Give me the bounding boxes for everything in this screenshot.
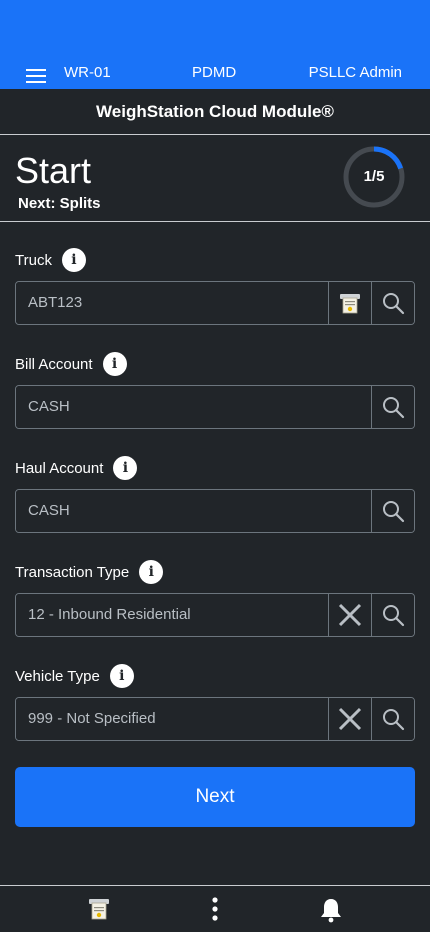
bottom-nav-bar [0, 885, 430, 932]
transaction-type-info-icon[interactable]: i [139, 560, 164, 584]
close-icon [338, 707, 362, 731]
step-header: Start Next: Splits 1/5 [0, 135, 430, 222]
truck-info-icon[interactable]: i [61, 248, 86, 272]
vehicle-type-input[interactable]: 999 - Not Specified [16, 698, 328, 740]
top-app-bar: WR-01 PDMD PSLLC Admin [0, 0, 430, 89]
bill-account-search-button[interactable] [371, 386, 414, 428]
user-label[interactable]: PSLLC Admin [309, 64, 402, 81]
haul-account-input[interactable]: CASH [16, 490, 371, 532]
bill-account-info-icon[interactable]: i [102, 352, 127, 376]
vehicle-type-info-icon[interactable]: i [109, 664, 134, 688]
haul-account-input-group: CASH [15, 489, 415, 533]
bill-account-field: Bill Account i CASH [15, 352, 415, 429]
transaction-type-label: Transaction Type [15, 563, 130, 581]
bill-account-label: Bill Account [15, 355, 93, 373]
transaction-type-input-group: 12 - Inbound Residential [15, 593, 415, 637]
search-icon [383, 397, 405, 419]
search-icon [383, 293, 405, 315]
truck-ticket-button[interactable] [328, 282, 371, 324]
truck-label: Truck [15, 251, 52, 269]
haul-account-field: Haul Account i CASH [15, 456, 415, 533]
ticket-printer-icon[interactable] [88, 897, 110, 926]
truck-field: Truck i ABT123 [15, 248, 415, 325]
truck-input[interactable]: ABT123 [16, 282, 328, 324]
station-label: WR-01 [64, 64, 111, 81]
bill-account-input-group: CASH [15, 385, 415, 429]
haul-account-label: Haul Account [15, 459, 104, 477]
search-icon [383, 605, 405, 627]
site-label: PDMD [192, 64, 237, 81]
close-icon [338, 603, 362, 627]
truck-search-button[interactable] [371, 282, 414, 324]
next-step-label: Next: Splits [18, 195, 101, 212]
bill-account-input[interactable]: CASH [16, 386, 371, 428]
ticket-printer-icon [340, 294, 360, 314]
vehicle-type-clear-button[interactable] [328, 698, 371, 740]
haul-account-search-button[interactable] [371, 490, 414, 532]
vehicle-type-search-button[interactable] [371, 698, 414, 740]
transaction-type-field: Transaction Type i 12 - Inbound Resident… [15, 560, 415, 637]
vehicle-type-label: Vehicle Type [15, 667, 100, 685]
more-vertical-icon[interactable] [208, 897, 222, 928]
haul-account-info-icon[interactable]: i [113, 456, 138, 480]
transaction-type-input[interactable]: 12 - Inbound Residential [16, 594, 328, 636]
vehicle-type-field: Vehicle Type i 999 - Not Specified [15, 664, 415, 741]
module-title: WeighStation Cloud Module® [0, 89, 430, 135]
transaction-type-clear-button[interactable] [328, 594, 371, 636]
hamburger-menu-icon[interactable] [26, 69, 46, 83]
vehicle-type-input-group: 999 - Not Specified [15, 697, 415, 741]
progress-ring: 1/5 [342, 145, 406, 209]
search-icon [383, 709, 405, 731]
notification-bell-icon[interactable] [319, 897, 343, 928]
transaction-type-search-button[interactable] [371, 594, 414, 636]
progress-label: 1/5 [363, 168, 385, 185]
search-icon [383, 501, 405, 523]
page-title: Start [15, 150, 92, 191]
truck-input-group: ABT123 [15, 281, 415, 325]
next-button[interactable]: Next [15, 767, 415, 827]
